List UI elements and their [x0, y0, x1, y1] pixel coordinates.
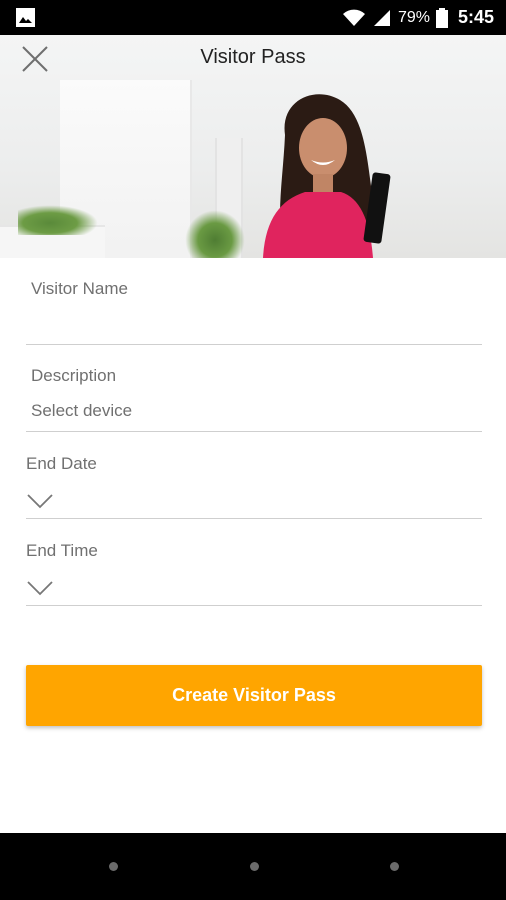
- chevron-down-icon: [27, 581, 53, 596]
- page-title: Visitor Pass: [200, 46, 306, 68]
- end-time-label: End Time: [26, 541, 98, 560]
- visitor-name-label: Visitor Name: [31, 279, 128, 298]
- chevron-down-icon: [27, 494, 53, 509]
- end-date-label: End Date: [26, 454, 97, 473]
- navigation-bar: [0, 833, 506, 900]
- create-visitor-pass-button[interactable]: Create Visitor Pass: [26, 665, 482, 726]
- wifi-icon: [342, 8, 366, 28]
- end-time-underline: [26, 605, 482, 606]
- plant-middle: [185, 210, 245, 258]
- recents-button[interactable]: [390, 862, 399, 871]
- end-time-dropdown[interactable]: [26, 579, 54, 597]
- end-date-underline: [26, 518, 482, 519]
- home-button[interactable]: [250, 862, 259, 871]
- end-date-dropdown[interactable]: [26, 492, 54, 510]
- battery-icon: [435, 7, 448, 28]
- signal-icon: [372, 8, 392, 28]
- back-button[interactable]: [109, 862, 118, 871]
- visitor-name-underline: [26, 344, 482, 345]
- battery-percent: 79%: [397, 8, 430, 26]
- clock: 5:45: [457, 7, 494, 27]
- description-label: Description: [31, 366, 117, 385]
- description-underline: [26, 431, 482, 432]
- status-bar: 79% 5:45: [0, 0, 506, 35]
- gallery-icon: [16, 8, 35, 27]
- visitor-name-input[interactable]: [31, 310, 481, 340]
- plant-left: [18, 205, 98, 235]
- description-select[interactable]: Select device: [31, 401, 132, 421]
